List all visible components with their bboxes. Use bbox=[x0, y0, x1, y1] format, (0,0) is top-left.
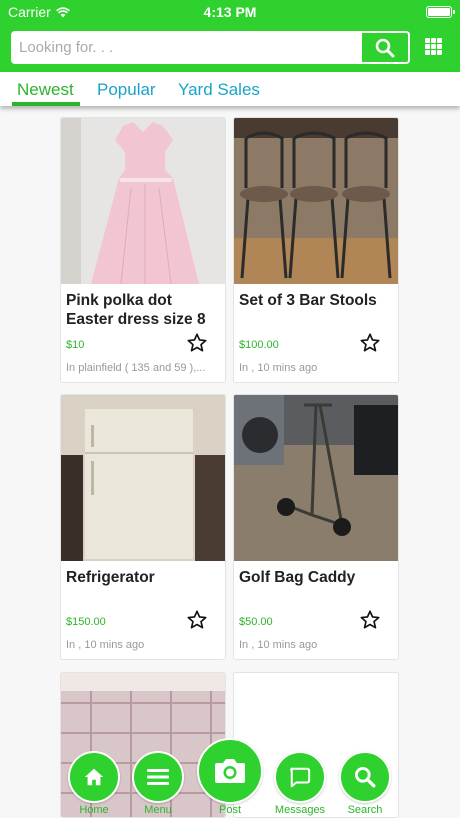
tab-yard-sales[interactable]: Yard Sales bbox=[178, 80, 260, 100]
listing-price: $150.00 bbox=[66, 616, 106, 628]
chat-icon bbox=[290, 767, 311, 788]
search-button[interactable] bbox=[360, 31, 410, 64]
listing-price: $50.00 bbox=[239, 616, 273, 628]
listing-price: $100.00 bbox=[239, 339, 279, 351]
listing-tabs: Newest Popular Yard Sales bbox=[0, 72, 460, 106]
menu-icon bbox=[147, 769, 169, 785]
active-tab-indicator bbox=[12, 102, 80, 106]
listing-card[interactable]: Refrigerator $150.00 In , 10 mins ago bbox=[60, 394, 226, 660]
camera-icon bbox=[215, 759, 245, 783]
menu-button[interactable] bbox=[132, 751, 184, 803]
status-bar: Carrier 4:13 PM bbox=[0, 0, 460, 24]
listing-location: In , 10 mins ago bbox=[239, 639, 318, 651]
listing-title: Set of 3 Bar Stools bbox=[239, 292, 377, 309]
listing-photo bbox=[61, 395, 225, 561]
menu-label: Menu bbox=[144, 804, 172, 816]
listing-photo bbox=[234, 118, 398, 284]
messages-label: Messages bbox=[274, 804, 326, 816]
listing-photo bbox=[61, 118, 225, 284]
listing-card[interactable]: Golf Bag Caddy $50.00 In , 10 mins ago bbox=[233, 394, 399, 660]
bottom-nav: Home Menu Post Messages Search bbox=[0, 738, 460, 818]
listing-location: In , 10 mins ago bbox=[239, 362, 318, 374]
listing-price: $10 bbox=[66, 339, 85, 351]
listing-title: Pink polka dot Easter dress size 8 bbox=[66, 292, 206, 328]
listing-photo bbox=[234, 395, 398, 561]
status-time: 4:13 PM bbox=[203, 4, 257, 20]
listing-title: Golf Bag Caddy bbox=[239, 569, 356, 586]
listing-location: In plainfield ( 135 and 59 ),... bbox=[66, 362, 206, 374]
battery-icon bbox=[426, 6, 455, 18]
star-outline-icon[interactable] bbox=[359, 609, 381, 631]
post-button[interactable] bbox=[197, 738, 263, 804]
listing-card[interactable]: Pink polka dot Easter dress size 8 $10 I… bbox=[60, 117, 226, 383]
messages-button[interactable] bbox=[274, 751, 326, 803]
star-outline-icon[interactable] bbox=[186, 609, 208, 631]
post-label: Post bbox=[218, 804, 241, 816]
home-icon bbox=[84, 768, 104, 786]
search-label: Search bbox=[347, 804, 383, 816]
search-icon bbox=[354, 766, 376, 788]
star-outline-icon[interactable] bbox=[186, 332, 208, 354]
search-bar bbox=[11, 31, 410, 64]
grid-view-icon[interactable] bbox=[425, 38, 445, 56]
tab-popular[interactable]: Popular bbox=[97, 80, 156, 100]
listing-location: In , 10 mins ago bbox=[66, 639, 145, 651]
search-nav-button[interactable] bbox=[339, 751, 391, 803]
search-icon bbox=[375, 38, 395, 57]
home-label: Home bbox=[79, 804, 109, 816]
tab-newest[interactable]: Newest bbox=[17, 80, 74, 100]
listing-title: Refrigerator bbox=[66, 569, 155, 586]
app-header: Carrier 4:13 PM bbox=[0, 0, 460, 72]
star-outline-icon[interactable] bbox=[359, 332, 381, 354]
home-button[interactable] bbox=[68, 751, 120, 803]
search-input[interactable] bbox=[11, 31, 360, 64]
listing-card[interactable]: Set of 3 Bar Stools $100.00 In , 10 mins… bbox=[233, 117, 399, 383]
